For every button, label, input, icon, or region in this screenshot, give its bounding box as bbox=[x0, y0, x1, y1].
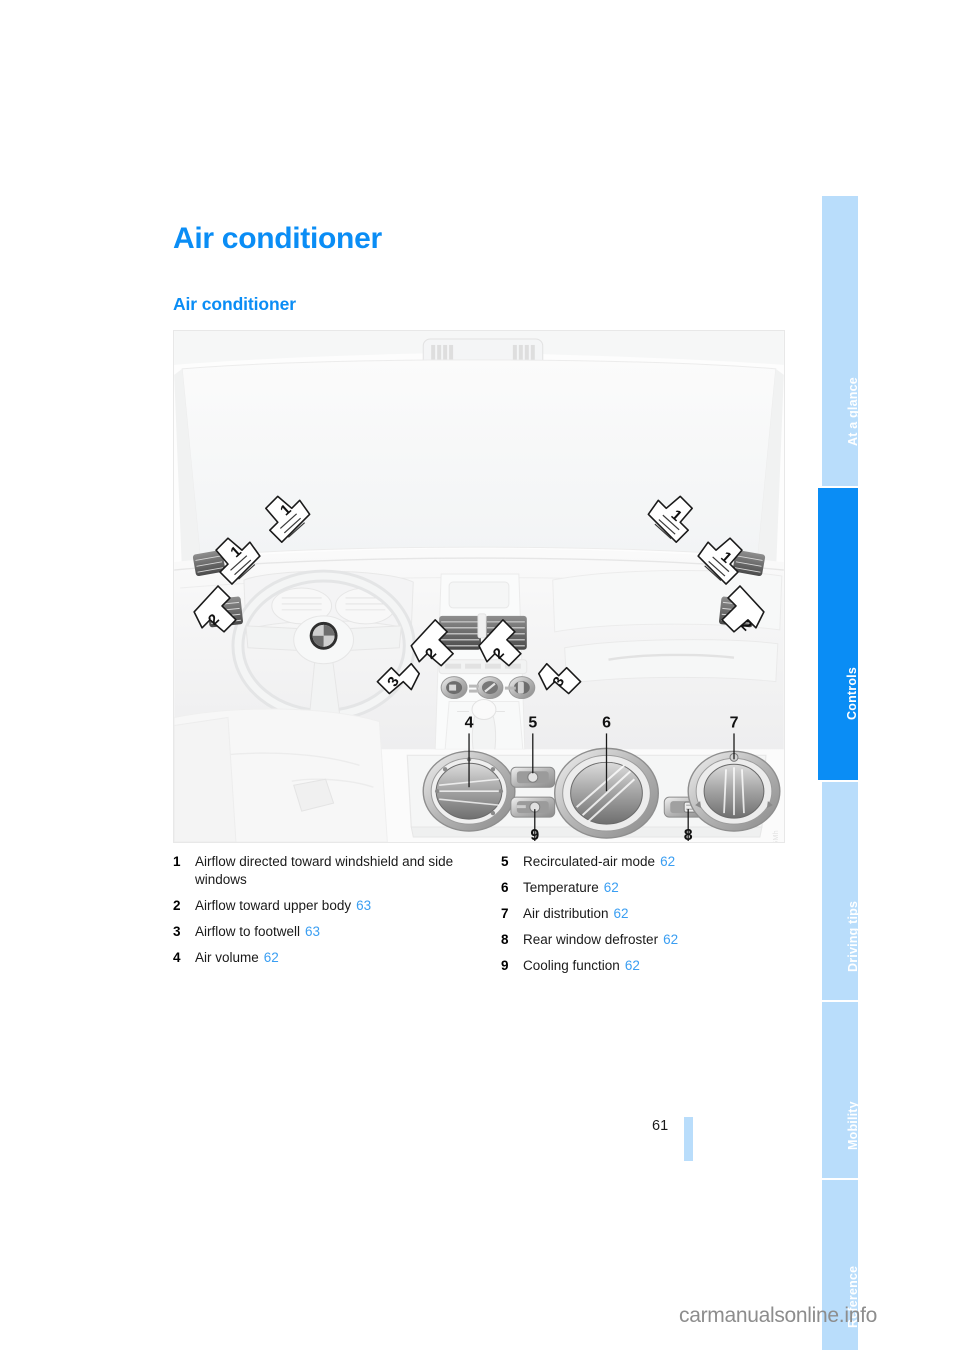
legend-number: 2 bbox=[173, 897, 181, 913]
sidebar-tab-at-a-glance[interactable]: At a glance bbox=[822, 196, 858, 486]
legend-item: 6 Temperature 62 bbox=[501, 879, 791, 897]
legend-number: 4 bbox=[173, 949, 181, 965]
legend-text: Air volume 62 bbox=[195, 949, 473, 967]
svg-text:4: 4 bbox=[465, 714, 474, 731]
legend-item: 2 Airflow toward upper body 63 bbox=[173, 897, 473, 915]
legend-item: 1 Airflow directed toward windshield and… bbox=[173, 853, 473, 888]
legend-page-ref[interactable]: 62 bbox=[663, 932, 678, 947]
dashboard-illustration: 1 1 1 1 2 2 2 2 3 3 4 5 6 7 9 8 bbox=[173, 330, 785, 843]
figure-code: VKOh5055Mh bbox=[773, 830, 780, 842]
svg-text:7: 7 bbox=[730, 714, 739, 731]
legend-page-ref[interactable]: 63 bbox=[305, 924, 320, 939]
knob-air-distribution bbox=[687, 750, 781, 832]
legend-text: Airflow toward upper body 63 bbox=[195, 897, 473, 915]
sidebar-tab-label-controls: Controls bbox=[845, 667, 858, 720]
legend-text: Airflow directed toward windshield and s… bbox=[195, 854, 454, 887]
legend-page-ref[interactable]: 62 bbox=[614, 906, 629, 921]
sidebar-tab-driving-tips[interactable]: Driving tips bbox=[822, 782, 858, 1000]
legend-label: Airflow to footwell bbox=[195, 923, 301, 939]
legend-column-right: 5 Recirculated-air mode 62 6 Temperature 6… bbox=[501, 853, 791, 983]
svg-text:9: 9 bbox=[530, 827, 539, 842]
legend-label: Rear window defroster bbox=[523, 932, 659, 947]
legend-page-ref[interactable]: 62 bbox=[625, 958, 640, 973]
legend-text: Cooling function 62 bbox=[523, 957, 791, 975]
legend-label: Airflow toward upper body bbox=[195, 897, 352, 913]
legend-text: Airflow to footwell 63 bbox=[195, 923, 473, 941]
legend-column-left: 1 Airflow directed toward windshield and… bbox=[173, 853, 473, 975]
legend-label: Cooling function bbox=[523, 958, 620, 973]
legend-number: 6 bbox=[501, 880, 509, 895]
site-watermark: carmanualsonline.info bbox=[679, 1304, 877, 1327]
legend-text: Temperature 62 bbox=[523, 879, 791, 897]
legend-item: 7 Air distribution 62 bbox=[501, 905, 791, 923]
svg-text:5: 5 bbox=[528, 714, 537, 731]
sidebar-tab-label-driving-tips: Driving tips bbox=[846, 900, 858, 972]
legend-label: Air distribution bbox=[523, 906, 609, 921]
button-cooling-function bbox=[510, 796, 556, 818]
legend-label: Air volume bbox=[195, 949, 259, 965]
legend-text: Rear window defroster 62 bbox=[523, 931, 791, 949]
chapter-sidenav: At a glance Controls Driving tips Mobili… bbox=[818, 196, 858, 1350]
legend-number: 7 bbox=[501, 906, 509, 921]
legend-label: Temperature bbox=[523, 880, 599, 895]
legend-number: 1 bbox=[173, 854, 181, 869]
page-number-marker bbox=[684, 1117, 693, 1161]
legend-label: Recirculated-air mode bbox=[523, 854, 656, 869]
sidebar-tab-mobility[interactable]: Mobility bbox=[822, 1002, 858, 1178]
manual-page: At a glance Controls Driving tips Mobili… bbox=[0, 0, 960, 1358]
svg-text:6: 6 bbox=[602, 714, 611, 731]
section-title: Air conditioner bbox=[173, 294, 296, 314]
dashboard-illustration-svg: 1 1 1 1 2 2 2 2 3 3 4 5 6 7 9 8 bbox=[174, 331, 784, 842]
legend-item: 8 Rear window defroster 62 bbox=[501, 931, 791, 949]
legend-number: 8 bbox=[501, 932, 509, 947]
legend-text: Air distribution 62 bbox=[523, 905, 791, 923]
page-title: Air conditioner bbox=[173, 222, 382, 255]
legend-item: 3 Airflow to footwell 63 bbox=[173, 923, 473, 941]
legend-page-ref[interactable]: 62 bbox=[604, 880, 619, 895]
sidebar-tab-label-at-a-glance: At a glance bbox=[846, 377, 858, 446]
page-number: 61 bbox=[652, 1118, 669, 1134]
svg-text:8: 8 bbox=[684, 827, 693, 842]
legend-number: 3 bbox=[173, 923, 181, 939]
legend-number: 9 bbox=[501, 958, 509, 973]
legend-text: Recirculated-air mode 62 bbox=[523, 853, 791, 871]
legend-item: 5 Recirculated-air mode 62 bbox=[501, 853, 791, 871]
legend-number: 5 bbox=[501, 854, 509, 869]
sidebar-tab-controls[interactable]: Controls bbox=[818, 488, 858, 780]
legend-page-ref[interactable]: 63 bbox=[356, 898, 371, 913]
sidebar-tab-label-mobility: Mobility bbox=[846, 1101, 858, 1150]
legend-page-ref[interactable]: 62 bbox=[264, 950, 279, 965]
legend-item: 9 Cooling function 62 bbox=[501, 957, 791, 975]
legend-page-ref[interactable]: 62 bbox=[660, 854, 675, 869]
legend-item: 4 Air volume 62 bbox=[173, 949, 473, 967]
